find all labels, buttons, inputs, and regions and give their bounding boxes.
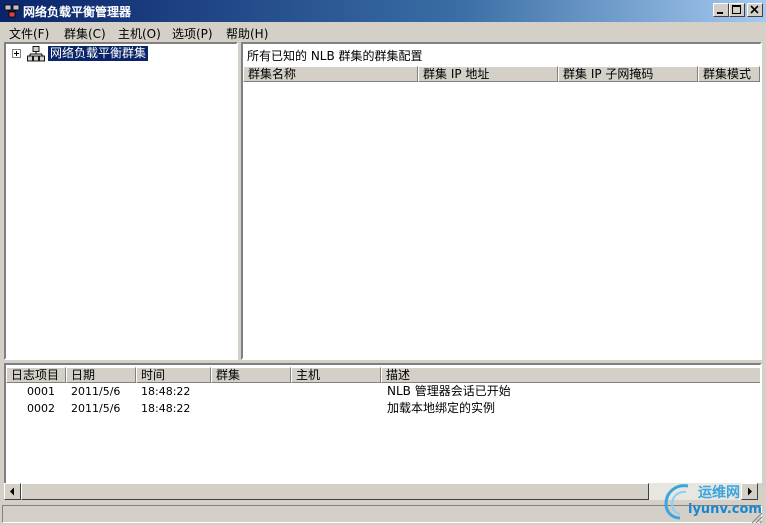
menu-bar: 文件(F) 群集(C) 主机(O) 选项(P) 帮助(H) [0, 22, 766, 42]
column-header-cluster-name[interactable]: 群集名称 [243, 66, 418, 82]
cluster-list-header: 群集名称 群集 IP 地址 群集 IP 子网掩码 群集模式 [243, 66, 760, 82]
arrow-left-icon [10, 487, 14, 496]
menu-options[interactable]: 选项(P) [172, 25, 213, 42]
column-header-description[interactable]: 描述 [381, 367, 760, 383]
menu-cluster[interactable]: 群集(C) [64, 25, 106, 42]
log-description: NLB 管理器会话已开始 [387, 384, 511, 398]
log-description: 加载本地绑定的实例 [387, 401, 496, 415]
log-list-header: 日志项目 日期 时间 群集 主机 描述 [6, 367, 760, 383]
scroll-thumb[interactable] [21, 483, 649, 500]
watermark-site: iyunv.com [688, 502, 762, 517]
menu-file[interactable]: 文件(F) [9, 25, 49, 42]
tree-item-label[interactable]: 网络负载平衡群集 [46, 45, 150, 62]
log-entry-id: 0002 [27, 402, 55, 415]
column-header-log-entry[interactable]: 日志项目 [6, 367, 66, 383]
maximize-button[interactable] [729, 3, 745, 17]
log-row[interactable]: 0002 2011/5/6 18:48:22 加载本地绑定的实例 [6, 400, 760, 417]
title-bar[interactable]: 网络负载平衡管理器 [0, 0, 766, 22]
column-header-cluster-mode[interactable]: 群集模式 [698, 66, 760, 82]
window-title: 网络负载平衡管理器 [23, 5, 132, 19]
minimize-icon [717, 12, 723, 14]
cluster-pane-caption: 所有已知的 NLB 群集的群集配置 [247, 49, 423, 63]
column-header-subnet-mask[interactable]: 群集 IP 子网掩码 [558, 66, 698, 82]
log-row[interactable]: 0001 2011/5/6 18:48:22 NLB 管理器会话已开始 [6, 383, 760, 400]
log-time: 18:48:22 [141, 402, 191, 415]
menu-host[interactable]: 主机(O) [118, 25, 161, 42]
watermark: 运维网 iyunv.com [656, 478, 764, 524]
close-icon [750, 5, 759, 14]
column-header-date[interactable]: 日期 [66, 367, 136, 383]
maximize-icon [732, 5, 741, 14]
column-header-time[interactable]: 时间 [136, 367, 211, 383]
minimize-button[interactable] [713, 3, 729, 17]
cluster-network-icon [27, 46, 45, 62]
close-button[interactable] [747, 3, 763, 17]
scroll-left-button[interactable] [4, 483, 21, 500]
menu-help[interactable]: 帮助(H) [226, 25, 268, 42]
nlb-app-icon [4, 4, 20, 18]
log-horizontal-scrollbar[interactable] [4, 483, 758, 500]
log-entry-id: 0001 [27, 385, 55, 398]
status-bar [0, 503, 766, 525]
status-field [2, 505, 762, 523]
column-header-cluster-ip[interactable]: 群集 IP 地址 [418, 66, 558, 82]
cluster-config-pane[interactable]: 所有已知的 NLB 群集的群集配置 群集名称 群集 IP 地址 群集 IP 子网… [241, 42, 762, 360]
log-date: 2011/5/6 [71, 402, 121, 415]
log-pane[interactable]: 日志项目 日期 时间 群集 主机 描述 0001 2011/5/6 18:48:… [4, 363, 762, 483]
tree-pane[interactable]: 网络负载平衡群集 [4, 42, 238, 360]
expand-plus-icon[interactable] [12, 49, 21, 58]
nlb-manager-window: 网络负载平衡管理器 文件(F) 群集(C) 主机(O) 选项(P) 帮助(H) [0, 0, 766, 525]
watermark-brand: 运维网 [698, 485, 740, 501]
log-time: 18:48:22 [141, 385, 191, 398]
column-header-host[interactable]: 主机 [291, 367, 381, 383]
column-header-cluster[interactable]: 群集 [211, 367, 291, 383]
log-date: 2011/5/6 [71, 385, 121, 398]
